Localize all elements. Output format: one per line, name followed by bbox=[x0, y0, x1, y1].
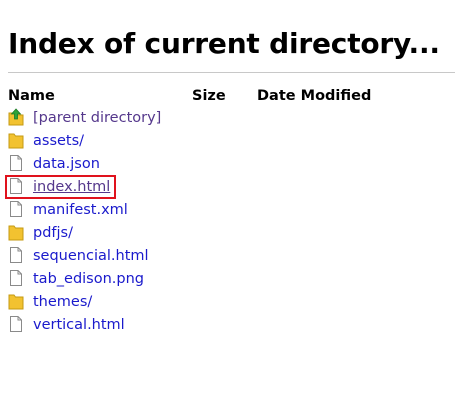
name-cell: index.html bbox=[5, 174, 192, 200]
directory-listing-page: Index of current directory... Name Size … bbox=[0, 0, 455, 414]
folder-icon bbox=[8, 131, 24, 149]
folder-icon bbox=[8, 292, 24, 310]
name-cell: data.json bbox=[8, 154, 192, 177]
name-cell: [parent directory] bbox=[8, 107, 192, 131]
folder-icon bbox=[8, 223, 24, 241]
file-link-vertical-html[interactable]: vertical.html bbox=[33, 317, 125, 333]
name-cell: vertical.html bbox=[8, 315, 192, 338]
name-cell: pdfjs/ bbox=[8, 223, 192, 246]
table-header-row: Name Size Date Modified bbox=[8, 84, 397, 108]
file-icon bbox=[8, 200, 24, 218]
name-cell: assets/ bbox=[8, 131, 192, 154]
table-row: tab_edison.png bbox=[8, 269, 397, 292]
file-link-sequencial-html[interactable]: sequencial.html bbox=[33, 248, 149, 264]
name-cell: sequencial.html bbox=[8, 246, 192, 269]
size-column-header: Size bbox=[192, 88, 226, 104]
file-icon bbox=[8, 269, 24, 287]
table-row: [parent directory] bbox=[8, 107, 397, 131]
file-link-data-json[interactable]: data.json bbox=[33, 156, 100, 172]
table-row: pdfjs/ bbox=[8, 223, 397, 246]
table-row: vertical.html bbox=[8, 315, 397, 338]
table-row: assets/ bbox=[8, 131, 397, 154]
file-listing-table: Name Size Date Modified [parent director… bbox=[5, 84, 397, 338]
file-link-index-html[interactable]: index.html bbox=[33, 179, 110, 195]
file-icon bbox=[8, 177, 24, 195]
parent-directory-link[interactable]: [parent directory] bbox=[33, 110, 161, 126]
date-modified-column-header: Date Modified bbox=[257, 88, 372, 104]
table-row: sequencial.html bbox=[8, 246, 397, 269]
table-row: data.json bbox=[8, 154, 397, 177]
file-icon bbox=[8, 315, 24, 333]
name-cell: manifest.xml bbox=[8, 200, 192, 223]
header-divider bbox=[8, 72, 455, 73]
file-link-tab-edison-png[interactable]: tab_edison.png bbox=[33, 271, 144, 287]
name-column-header: Name bbox=[8, 88, 55, 104]
folder-link-assets[interactable]: assets/ bbox=[33, 133, 84, 149]
folder-link-pdfjs[interactable]: pdfjs/ bbox=[33, 225, 73, 241]
table-row: themes/ bbox=[8, 292, 397, 315]
table-row: index.html bbox=[5, 174, 397, 200]
page-title: Index of current directory... bbox=[8, 27, 440, 60]
file-icon bbox=[8, 154, 24, 172]
file-link-manifest-xml[interactable]: manifest.xml bbox=[33, 202, 128, 218]
file-icon bbox=[8, 246, 24, 264]
name-cell: tab_edison.png bbox=[8, 269, 192, 292]
name-cell: themes/ bbox=[8, 292, 192, 315]
table-row: manifest.xml bbox=[8, 200, 397, 223]
folder-link-themes[interactable]: themes/ bbox=[33, 294, 92, 310]
parent-directory-icon bbox=[8, 107, 24, 126]
